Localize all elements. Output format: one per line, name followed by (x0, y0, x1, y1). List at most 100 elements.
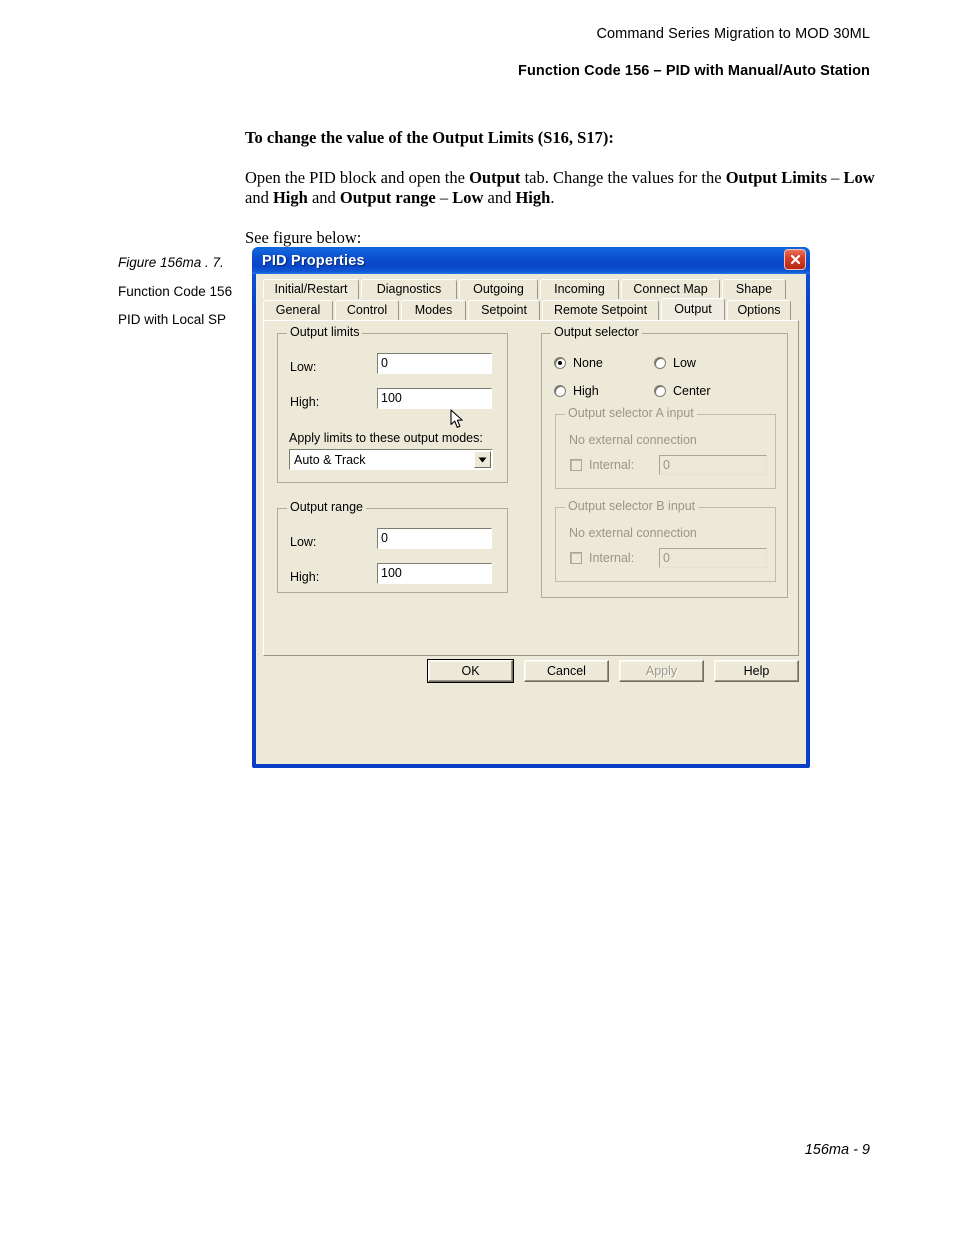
para-text-8: . (550, 188, 555, 207)
output-selector-b-group: Output selector B input No external conn… (555, 500, 776, 582)
tab-connect-map[interactable]: Connect Map (621, 279, 720, 299)
radio-output-selector-high[interactable]: High (554, 384, 599, 398)
close-icon[interactable] (784, 249, 806, 270)
output-range-high-input[interactable]: 100 (377, 563, 492, 584)
tab-general[interactable]: General (263, 300, 333, 320)
tab-options[interactable]: Options (727, 300, 791, 320)
cancel-button[interactable]: Cancel (524, 660, 609, 682)
radio-dot-icon (554, 357, 566, 369)
chevron-down-icon[interactable] (474, 451, 491, 468)
apply-limits-label: Apply limits to these output modes: (289, 431, 483, 445)
tab-initial-restart[interactable]: Initial/Restart (263, 279, 359, 299)
output-selector-a-title: Output selector A input (565, 407, 697, 420)
tab-label: Control (346, 303, 388, 318)
figure-caption: Figure 156ma . 7. Function Code 156 PID … (118, 254, 242, 340)
output-range-low-input[interactable]: 0 (377, 528, 492, 549)
tab-remote-setpoint[interactable]: Remote Setpoint (542, 300, 659, 320)
figure-caption-title: Figure 156ma . 7. (118, 255, 224, 270)
tab-row-1: Initial/Restart Diagnostics Outgoing Inc… (263, 279, 799, 299)
para-text-1: Open the PID block and open the (245, 167, 470, 187)
apply-button: Apply (619, 660, 704, 682)
tab-diagnostics[interactable]: Diagnostics (361, 279, 457, 299)
output-limits-title: Output limits (287, 326, 363, 339)
output-range-title: Output range (287, 501, 366, 514)
output-selector-b-title: Output selector B input (565, 500, 699, 513)
apply-limits-mode-value: Auto & Track (294, 452, 366, 467)
tab-shape[interactable]: Shape (722, 279, 786, 299)
tab-label: Outgoing (473, 282, 524, 297)
radio-dot-icon (654, 357, 666, 369)
apply-limits-mode-dropdown[interactable]: Auto & Track (289, 449, 493, 470)
output-tab-panel: Output limits Low: 0 High: 100 Apply lim… (263, 320, 799, 656)
para-bold-4: High (272, 188, 308, 207)
dialog-title: PID Properties (262, 252, 365, 269)
para-text-6: – (435, 188, 453, 207)
para-text-4: and (245, 188, 273, 207)
ok-button[interactable]: OK (427, 659, 514, 683)
output-selector-a-internal-checkbox[interactable]: Internal: (570, 458, 634, 472)
figure-caption-line3: PID with Local SP (118, 312, 227, 327)
output-limits-low-input[interactable]: 0 (377, 353, 492, 374)
document-header-title: Command Series Migration to MOD 30ML (596, 26, 870, 42)
help-button[interactable]: Help (714, 660, 799, 682)
tab-outgoing[interactable]: Outgoing (459, 279, 538, 299)
output-selector-title: Output selector (551, 326, 642, 339)
tab-row-2: General Control Modes Setpoint Remote Se… (263, 298, 799, 320)
para-text-3: – (827, 167, 844, 187)
tab-label: Modes (414, 303, 453, 318)
output-selector-b-connection-text: No external connection (569, 526, 697, 540)
radio-dot-icon (554, 385, 566, 397)
page-footer: 156ma - 9 (804, 1142, 870, 1158)
checkbox-icon (570, 552, 582, 564)
tab-modes[interactable]: Modes (401, 300, 466, 320)
figure-caption-line2: Function Code 156 (118, 283, 233, 299)
radio-dot-icon (654, 385, 666, 397)
tab-label: Options (737, 303, 781, 318)
radio-output-selector-center[interactable]: Center (654, 384, 711, 398)
output-selector-b-internal-input[interactable]: 0 (659, 548, 767, 568)
checkbox-icon (570, 459, 582, 471)
output-range-low-label: Low: (290, 535, 317, 549)
tab-label: Initial/Restart (274, 282, 348, 297)
radio-label: High (573, 384, 599, 398)
output-limits-high-label: High: (290, 395, 320, 409)
para-bold-5: Output range (339, 188, 436, 207)
dialog-button-row: OK Cancel Apply Help (257, 659, 805, 690)
tab-setpoint[interactable]: Setpoint (468, 300, 540, 320)
output-range-high-label: High: (290, 570, 320, 584)
see-figure-text: See figure below: (245, 227, 362, 247)
tab-label: Connect Map (633, 282, 708, 297)
tab-label: Incoming (554, 282, 605, 297)
tab-incoming[interactable]: Incoming (540, 279, 619, 299)
tab-label: Setpoint (481, 303, 527, 318)
radio-output-selector-low[interactable]: Low (654, 356, 696, 370)
para-text-5: and (307, 188, 340, 207)
output-limits-group: Output limits Low: 0 High: 100 Apply lim… (277, 326, 508, 483)
document-header-subtitle: Function Code 156 – PID with Manual/Auto… (517, 63, 870, 79)
tab-output[interactable]: Output (661, 298, 725, 320)
dialog-titlebar[interactable]: PID Properties (252, 247, 810, 274)
section-heading: To change the value of the Output Limits… (245, 128, 885, 149)
tab-label: Output (674, 302, 712, 317)
output-selector-a-internal-input[interactable]: 0 (659, 455, 767, 475)
radio-output-selector-none[interactable]: None (554, 356, 603, 370)
tab-label: Remote Setpoint (553, 303, 648, 318)
instruction-paragraph: Open the PID block and open the Output t… (245, 168, 885, 209)
para-bold-7: High (515, 188, 551, 207)
output-limits-high-input[interactable]: 100 (377, 388, 492, 409)
output-range-group: Output range Low: 0 High: 100 (277, 501, 508, 593)
output-selector-group: Output selector None Low High Center Out… (541, 326, 788, 598)
para-text-7: and (483, 188, 516, 207)
tab-label: Shape (735, 282, 773, 297)
radio-label: Low (673, 356, 696, 370)
para-bold-6: Low (452, 188, 484, 207)
output-selector-b-internal-checkbox[interactable]: Internal: (570, 551, 634, 565)
para-text-2: tab. Change the values for the (520, 167, 726, 187)
para-bold-1: Output (469, 167, 521, 187)
pid-properties-dialog: PID Properties Initial/Restart Diagnosti… (252, 247, 810, 768)
dialog-client-area: Initial/Restart Diagnostics Outgoing Inc… (256, 274, 806, 764)
tab-label: Diagnostics (376, 282, 442, 297)
tab-control[interactable]: Control (335, 300, 399, 320)
radio-label: None (573, 356, 603, 370)
tab-label: General (275, 303, 321, 318)
